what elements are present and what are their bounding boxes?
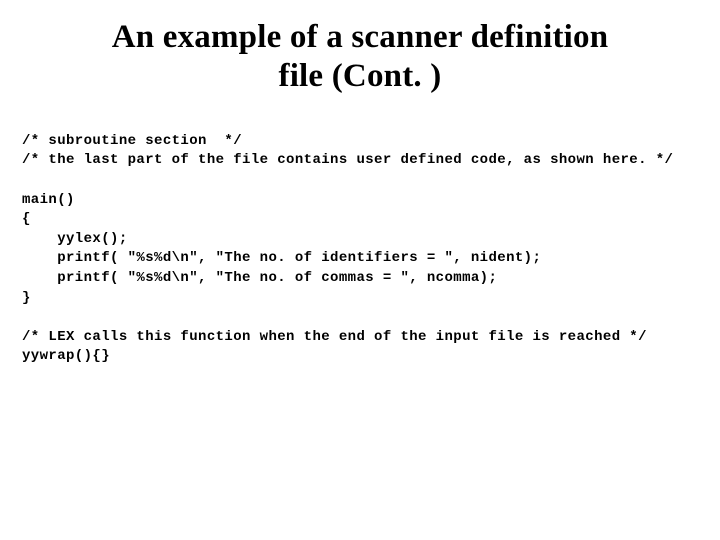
title-line-2: file (Cont. ): [279, 58, 442, 94]
code-line: }: [22, 290, 31, 306]
title-line-1: An example of a scanner definition: [112, 19, 609, 55]
code-line: printf( "%s%d\n", "The no. of commas = "…: [22, 270, 497, 286]
code-block: /* subroutine section */ /* the last par…: [22, 132, 698, 367]
code-line: main(): [22, 192, 75, 208]
code-line: /* the last part of the file contains us…: [22, 152, 673, 168]
slide-title: An example of a scanner definition file …: [22, 18, 698, 96]
code-line: yywrap(){}: [22, 348, 110, 364]
code-line: /* LEX calls this function when the end …: [22, 329, 647, 345]
code-line: yylex();: [22, 231, 128, 247]
code-line: {: [22, 211, 31, 227]
slide: An example of a scanner definition file …: [0, 0, 720, 540]
code-line: printf( "%s%d\n", "The no. of identifier…: [22, 250, 541, 266]
code-line: /* subroutine section */: [22, 133, 242, 149]
